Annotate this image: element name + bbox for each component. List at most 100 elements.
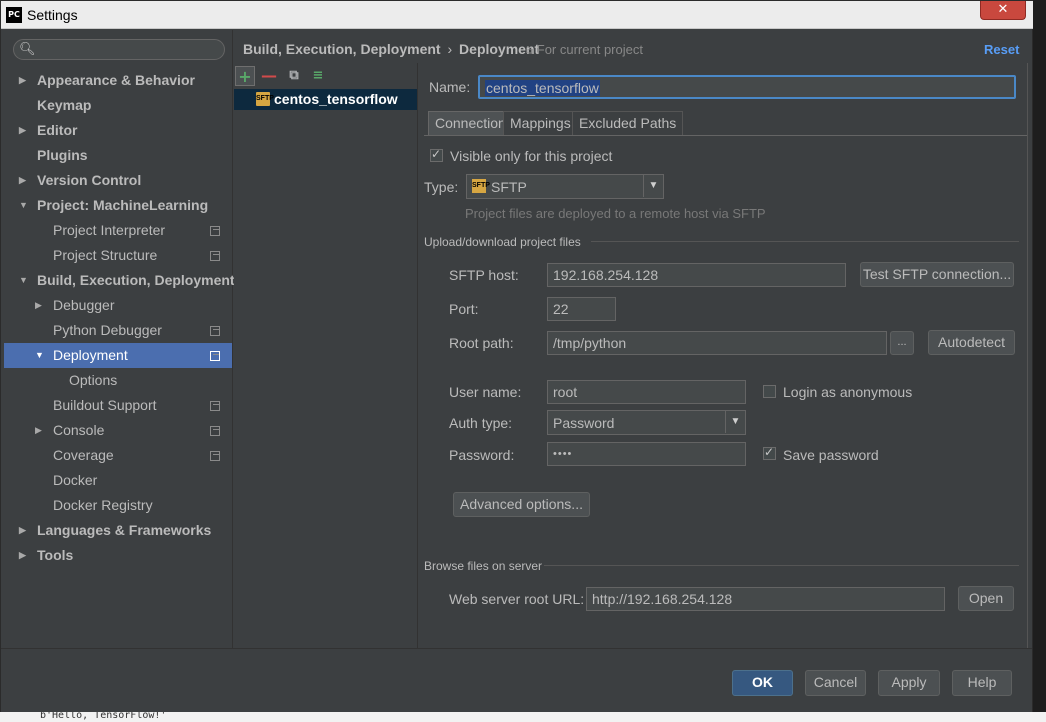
sidebar-item-label: Coverage bbox=[53, 447, 114, 463]
chevron-right-icon[interactable]: ▶ bbox=[19, 543, 26, 568]
chevron-down-icon[interactable]: ▼ bbox=[35, 343, 44, 368]
sidebar-item-project-interpreter[interactable]: Project Interpreter bbox=[4, 218, 232, 243]
sidebar-item-label: Plugins bbox=[37, 147, 88, 163]
sidebar-item-appearance-behavior[interactable]: ▶ Appearance & Behavior bbox=[4, 68, 232, 93]
sftp-host-input[interactable]: 192.168.254.128 bbox=[547, 263, 846, 287]
chevron-right-icon[interactable]: ▶ bbox=[19, 118, 26, 143]
chevron-down-icon[interactable]: ▼ bbox=[19, 193, 28, 218]
chevron-down-icon: ▼ bbox=[643, 175, 663, 197]
chevron-right-icon[interactable]: ▶ bbox=[19, 168, 26, 193]
port-input[interactable]: 22 bbox=[547, 297, 616, 321]
project-scope-icon bbox=[210, 351, 220, 361]
title-bar: PC Settings ✕ bbox=[1, 1, 1034, 29]
sidebar-item-plugins[interactable]: Plugins bbox=[4, 143, 232, 168]
sidebar-item-label: Deployment bbox=[53, 347, 128, 363]
settings-window: PC Settings ✕ 🔍︎ ▶ Appearance & Behavior K… bbox=[0, 0, 1034, 712]
login-anonymous-checkbox[interactable] bbox=[763, 385, 776, 398]
sidebar-item-label: Project Interpreter bbox=[53, 222, 166, 238]
upload-section-divider bbox=[591, 241, 1019, 242]
remove-server-button[interactable]: — bbox=[259, 66, 279, 86]
web-server-url-input[interactable]: http://192.168.254.128 bbox=[586, 587, 945, 611]
browse-section-title: Browse files on server bbox=[424, 559, 543, 573]
sidebar-item-deployment[interactable]: ▼ Deployment bbox=[4, 343, 232, 368]
type-select[interactable]: SFTP SFTP ▼ bbox=[466, 174, 664, 199]
sidebar-item-languages-frameworks[interactable]: ▶ Languages & Frameworks bbox=[4, 518, 232, 543]
sftp-type-icon: SFTP bbox=[472, 179, 490, 193]
breadcrumb-parent: Build, Execution, Deployment bbox=[243, 41, 441, 57]
sidebar-item-python-debugger[interactable]: Python Debugger bbox=[4, 318, 232, 343]
sidebar-item-label: Docker bbox=[53, 472, 98, 488]
cancel-button[interactable]: Cancel bbox=[805, 670, 866, 696]
sidebar-item-docker-registry[interactable]: Docker Registry bbox=[4, 493, 232, 518]
user-name-input[interactable]: root bbox=[547, 380, 746, 404]
add-server-button[interactable]: + bbox=[235, 66, 255, 86]
sidebar-item-label: Debugger bbox=[53, 297, 115, 313]
upload-section-title: Upload/download project files bbox=[424, 235, 581, 249]
ok-button[interactable]: OK bbox=[732, 670, 793, 696]
sidebar-item-label: Project: MachineLearning bbox=[37, 197, 209, 213]
sidebar-item-buildout-support[interactable]: Buildout Support bbox=[4, 393, 232, 418]
apply-button[interactable]: Apply bbox=[878, 670, 940, 696]
close-window-button[interactable]: ✕ bbox=[980, 1, 1026, 20]
chevron-right-icon[interactable]: ▶ bbox=[19, 68, 26, 93]
visible-only-checkbox[interactable] bbox=[430, 147, 443, 162]
sidebar-item-label: Console bbox=[53, 422, 105, 438]
tab-connection[interactable]: Connection bbox=[428, 111, 513, 135]
window-title: Settings bbox=[27, 7, 78, 23]
scope-label: For current project bbox=[536, 42, 643, 57]
chevron-right-icon[interactable]: ▶ bbox=[19, 518, 26, 543]
auth-type-select[interactable]: Password ▼ bbox=[547, 410, 746, 435]
project-scope-icon bbox=[210, 401, 220, 411]
sidebar-item-coverage[interactable]: Coverage bbox=[4, 443, 232, 468]
type-label: Type: bbox=[424, 179, 459, 195]
help-button[interactable]: Help bbox=[952, 670, 1012, 696]
sidebar-item-label: Python Debugger bbox=[53, 322, 162, 338]
project-scope-icon: ⧉ bbox=[526, 46, 534, 57]
sidebar-item-tools[interactable]: ▶ Tools bbox=[4, 543, 232, 568]
background-console: b'Hello, TensorFlow!' bbox=[0, 712, 1046, 722]
test-connection-button[interactable]: Test SFTP connection... bbox=[860, 262, 1014, 287]
sidebar-item-label: Build, Execution, Deployment bbox=[37, 272, 235, 288]
copy-server-button[interactable]: ⧉ bbox=[284, 66, 304, 86]
sidebar-item-docker[interactable]: Docker bbox=[4, 468, 232, 493]
server-list-item[interactable]: SFTP centos_tensorflow bbox=[234, 89, 417, 110]
sidebar-item-build-execution-deployment[interactable]: ▼ Build, Execution, Deployment bbox=[4, 268, 235, 293]
visible-only-label: Visible only for this project bbox=[450, 148, 613, 164]
set-default-server-button[interactable]: ≡ bbox=[308, 66, 328, 86]
type-hint: Project files are deployed to a remote h… bbox=[465, 206, 766, 221]
root-path-input[interactable]: /tmp/python bbox=[547, 331, 887, 355]
browse-root-path-button[interactable]: ... bbox=[890, 331, 914, 355]
sidebar-item-label: Buildout Support bbox=[53, 397, 157, 413]
sidebar-item-project-structure[interactable]: Project Structure bbox=[4, 243, 232, 268]
sidebar-item-label: Keymap bbox=[37, 97, 92, 113]
open-url-button[interactable]: Open bbox=[958, 586, 1014, 611]
password-input[interactable]: •••• bbox=[547, 442, 746, 466]
settings-search-input[interactable]: 🔍︎ bbox=[13, 39, 225, 60]
chevron-down-icon[interactable]: ▼ bbox=[19, 268, 28, 293]
server-name: centos_tensorflow bbox=[274, 91, 398, 107]
project-scope-icon bbox=[210, 426, 220, 436]
sidebar-item-version-control[interactable]: ▶ Version Control bbox=[4, 168, 232, 193]
user-name-label: User name: bbox=[449, 384, 522, 400]
tab-mappings[interactable]: Mappings bbox=[503, 111, 578, 135]
console-output: b'Hello, TensorFlow!' bbox=[40, 712, 167, 721]
project-scope-icon bbox=[210, 251, 220, 261]
sidebar-item-keymap[interactable]: Keymap bbox=[4, 93, 232, 118]
chevron-right-icon[interactable]: ▶ bbox=[35, 418, 42, 443]
reset-link[interactable]: Reset bbox=[984, 42, 1019, 57]
server-name-field[interactable]: centos_tensorflow bbox=[478, 75, 1016, 99]
advanced-options-button[interactable]: Advanced options... bbox=[453, 492, 590, 517]
sidebar-item-options[interactable]: Options bbox=[4, 368, 232, 393]
sidebar-item-project-machinelearning[interactable]: ▼ Project: MachineLearning bbox=[4, 193, 232, 218]
tab-excluded-paths[interactable]: Excluded Paths bbox=[572, 111, 684, 135]
chevron-down-icon: ▼ bbox=[725, 411, 745, 433]
tabs-underline bbox=[424, 135, 1027, 136]
server-name-value: centos_tensorflow bbox=[485, 80, 600, 96]
sidebar-item-console[interactable]: ▶ Console bbox=[4, 418, 232, 443]
background-desktop bbox=[1033, 0, 1046, 722]
chevron-right-icon[interactable]: ▶ bbox=[35, 293, 42, 318]
sidebar-item-debugger[interactable]: ▶ Debugger bbox=[4, 293, 232, 318]
sidebar-item-editor[interactable]: ▶ Editor bbox=[4, 118, 232, 143]
autodetect-button[interactable]: Autodetect bbox=[928, 330, 1015, 355]
save-password-checkbox[interactable] bbox=[763, 445, 776, 460]
